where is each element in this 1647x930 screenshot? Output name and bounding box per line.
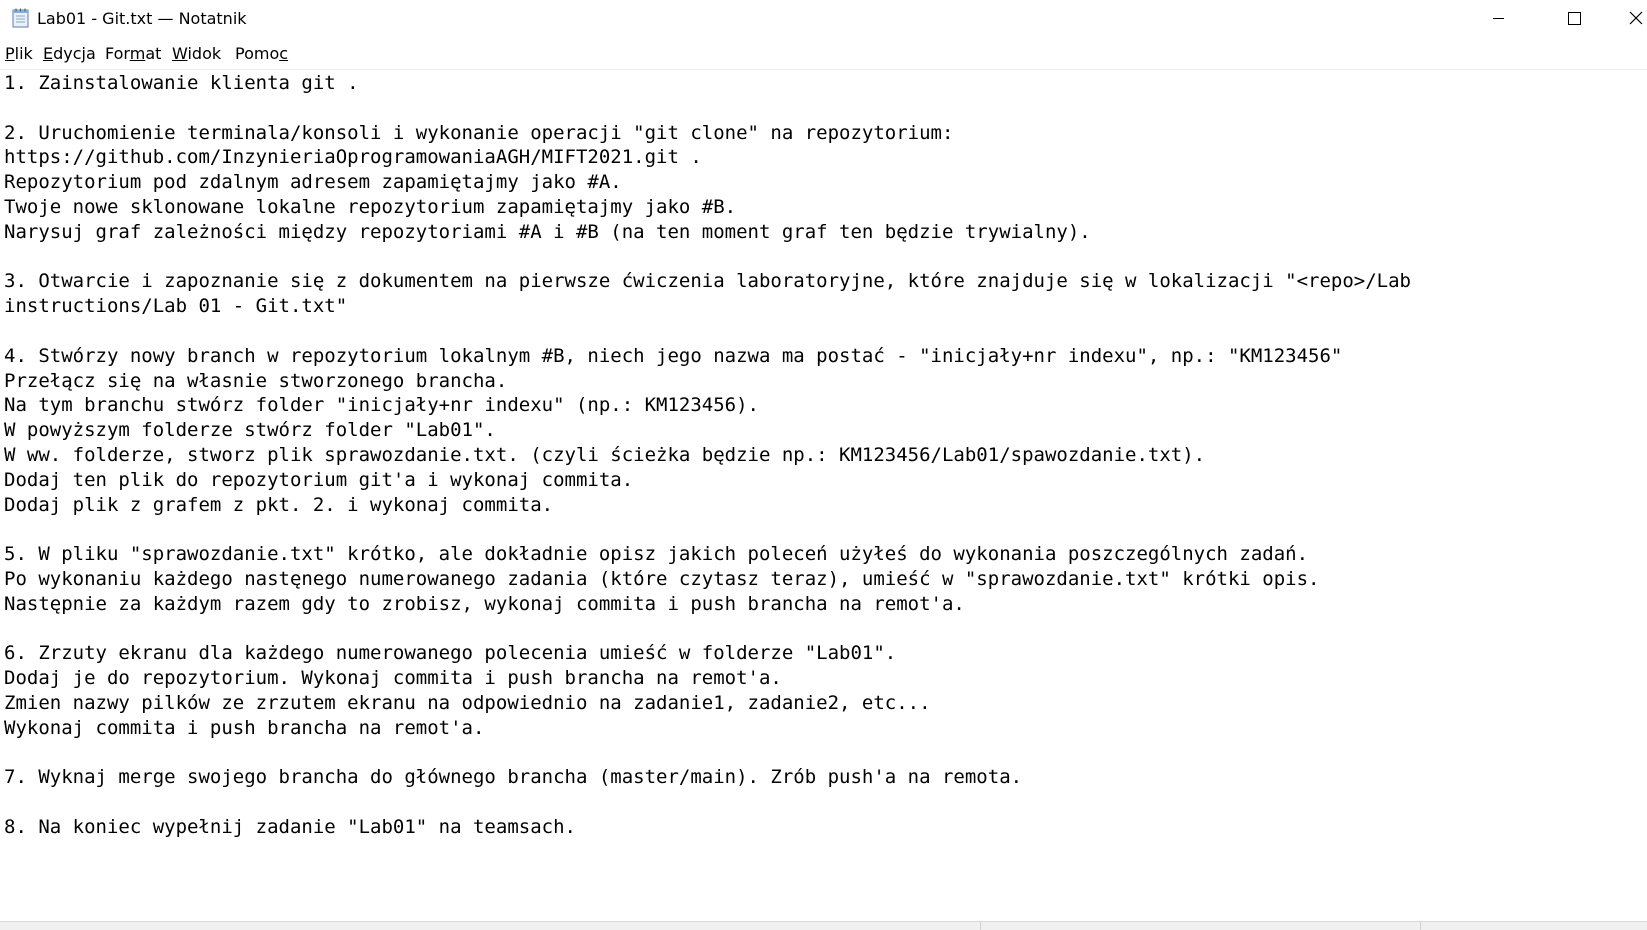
menu-file[interactable]: Plik — [5, 42, 33, 66]
maximize-button[interactable] — [1536, 0, 1612, 38]
status-separator — [980, 922, 981, 930]
menu-view[interactable]: Widok — [172, 42, 221, 66]
minimize-icon — [1493, 18, 1504, 19]
menu-bar: Plik Edycja Format Widok Pomoc — [0, 42, 1647, 68]
minimize-button[interactable] — [1460, 0, 1536, 38]
status-bar — [0, 921, 1647, 930]
text-editor-area[interactable]: 1. Zainstalowanie klienta git . 2. Uruch… — [0, 69, 1647, 922]
maximize-icon — [1568, 12, 1581, 25]
menu-view-label: idok — [187, 44, 222, 63]
menu-edit-accelerator: E — [43, 44, 54, 63]
document-text[interactable]: 1. Zainstalowanie klienta git . 2. Uruch… — [4, 71, 1411, 840]
menu-help-accelerator: c — [279, 44, 289, 63]
menu-format-label-start: For — [105, 44, 130, 63]
menu-file-accelerator: P — [5, 44, 15, 63]
status-separator — [1420, 922, 1421, 930]
menu-help-label-start: Pomo — [235, 44, 280, 63]
close-icon — [1629, 11, 1643, 25]
window-title: Lab01 - Git.txt — Notatnik — [37, 9, 247, 28]
menu-edit-label: dycja — [53, 44, 96, 63]
title-bar[interactable]: Lab01 - Git.txt — Notatnik — [0, 0, 1647, 38]
menu-format[interactable]: Format — [105, 42, 161, 66]
notepad-icon — [11, 8, 30, 28]
menu-help[interactable]: Pomoc — [235, 42, 288, 66]
menu-format-accelerator: m — [129, 44, 146, 63]
close-button[interactable] — [1612, 0, 1647, 38]
menu-file-label: lik — [14, 44, 33, 63]
menu-format-label-end: at — [145, 44, 162, 63]
menu-edit[interactable]: Edycja — [43, 42, 96, 66]
menu-view-accelerator: W — [172, 44, 188, 63]
